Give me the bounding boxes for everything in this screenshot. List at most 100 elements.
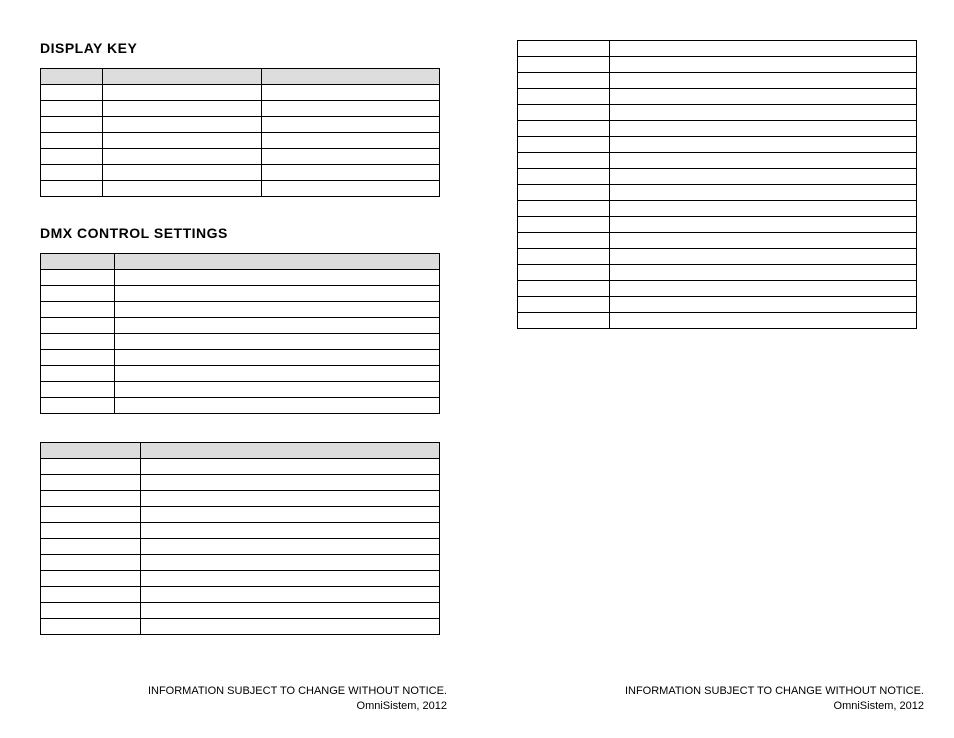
table-cell bbox=[518, 41, 610, 57]
table-cell bbox=[114, 254, 439, 270]
table-row bbox=[41, 254, 440, 270]
table-cell bbox=[41, 619, 141, 635]
table-cell bbox=[609, 185, 916, 201]
footer-line1: INFORMATION SUBJECT TO CHANGE WITHOUT NO… bbox=[148, 684, 447, 699]
table-cell bbox=[609, 265, 916, 281]
table-row bbox=[518, 249, 917, 265]
table-cell bbox=[609, 281, 916, 297]
table-cell bbox=[262, 181, 440, 197]
table-row bbox=[518, 89, 917, 105]
table-row bbox=[41, 318, 440, 334]
table-cell bbox=[41, 334, 115, 350]
table-cell bbox=[518, 265, 610, 281]
table-cell bbox=[518, 137, 610, 153]
table-cell bbox=[140, 555, 439, 571]
table-cell bbox=[609, 297, 916, 313]
table-cell bbox=[518, 249, 610, 265]
table-cell bbox=[41, 101, 103, 117]
table-cell bbox=[518, 89, 610, 105]
table-row bbox=[518, 297, 917, 313]
table-cell bbox=[41, 350, 115, 366]
table-cell bbox=[140, 587, 439, 603]
table-cell bbox=[262, 149, 440, 165]
table-cell bbox=[114, 398, 439, 414]
table-cell bbox=[518, 233, 610, 249]
table-cell bbox=[102, 181, 262, 197]
table-cell bbox=[262, 133, 440, 149]
table-cell bbox=[114, 350, 439, 366]
table-row bbox=[41, 133, 440, 149]
table-row bbox=[41, 459, 440, 475]
table-row bbox=[518, 265, 917, 281]
table-row bbox=[41, 523, 440, 539]
heading-dmx-control-settings: DMX CONTROL SETTINGS bbox=[40, 225, 447, 241]
table-row bbox=[518, 41, 917, 57]
table-cell bbox=[114, 286, 439, 302]
table-row bbox=[41, 587, 440, 603]
table-cell bbox=[518, 185, 610, 201]
table-cell bbox=[114, 302, 439, 318]
table-row bbox=[518, 169, 917, 185]
table-cell bbox=[140, 603, 439, 619]
table-cell bbox=[41, 491, 141, 507]
table-row bbox=[41, 382, 440, 398]
table-cell bbox=[518, 281, 610, 297]
footer-line1: INFORMATION SUBJECT TO CHANGE WITHOUT NO… bbox=[625, 684, 924, 699]
table-cell bbox=[609, 89, 916, 105]
table-row bbox=[41, 555, 440, 571]
table-cell bbox=[609, 169, 916, 185]
table-row bbox=[518, 185, 917, 201]
table-cell bbox=[262, 101, 440, 117]
table-cell bbox=[102, 85, 262, 101]
table-row bbox=[41, 117, 440, 133]
table-cell bbox=[41, 539, 141, 555]
table-cell bbox=[609, 249, 916, 265]
table-cell bbox=[609, 313, 916, 329]
table-cell bbox=[518, 169, 610, 185]
table-cell bbox=[102, 165, 262, 181]
table-cell bbox=[518, 73, 610, 89]
table-cell bbox=[518, 313, 610, 329]
table-cell bbox=[41, 459, 141, 475]
table-cell bbox=[140, 491, 439, 507]
table-cell bbox=[41, 318, 115, 334]
table-row bbox=[41, 302, 440, 318]
table-row bbox=[41, 181, 440, 197]
footer-line2: OmniSistem, 2012 bbox=[625, 699, 924, 714]
table-cell bbox=[114, 366, 439, 382]
table-row bbox=[41, 85, 440, 101]
table-cell bbox=[41, 254, 115, 270]
table-cell bbox=[41, 443, 141, 459]
table-row bbox=[41, 366, 440, 382]
table-cell bbox=[140, 507, 439, 523]
table-cell bbox=[609, 153, 916, 169]
table-row bbox=[41, 101, 440, 117]
table-cell bbox=[140, 475, 439, 491]
table-row bbox=[41, 334, 440, 350]
table-cell bbox=[262, 117, 440, 133]
table-cell bbox=[609, 217, 916, 233]
table-right bbox=[517, 40, 917, 329]
table-cell bbox=[609, 137, 916, 153]
table-cell bbox=[41, 69, 103, 85]
table-cell bbox=[41, 270, 115, 286]
table-cell bbox=[114, 318, 439, 334]
table-row bbox=[518, 137, 917, 153]
left-column: DISPLAY KEY DMX CONTROL SETTINGS INFORMA… bbox=[0, 0, 477, 738]
table-row bbox=[41, 507, 440, 523]
table-cell bbox=[41, 398, 115, 414]
table-cell bbox=[140, 443, 439, 459]
table-row bbox=[41, 619, 440, 635]
table-cell bbox=[609, 121, 916, 137]
table-cell bbox=[41, 133, 103, 149]
table-cell bbox=[41, 382, 115, 398]
table-row bbox=[518, 313, 917, 329]
table-row bbox=[518, 217, 917, 233]
table-row bbox=[518, 105, 917, 121]
table-row bbox=[41, 603, 440, 619]
table-cell bbox=[140, 523, 439, 539]
table-cell bbox=[41, 475, 141, 491]
table-cell bbox=[102, 117, 262, 133]
table-cell bbox=[41, 571, 141, 587]
table-row bbox=[41, 398, 440, 414]
